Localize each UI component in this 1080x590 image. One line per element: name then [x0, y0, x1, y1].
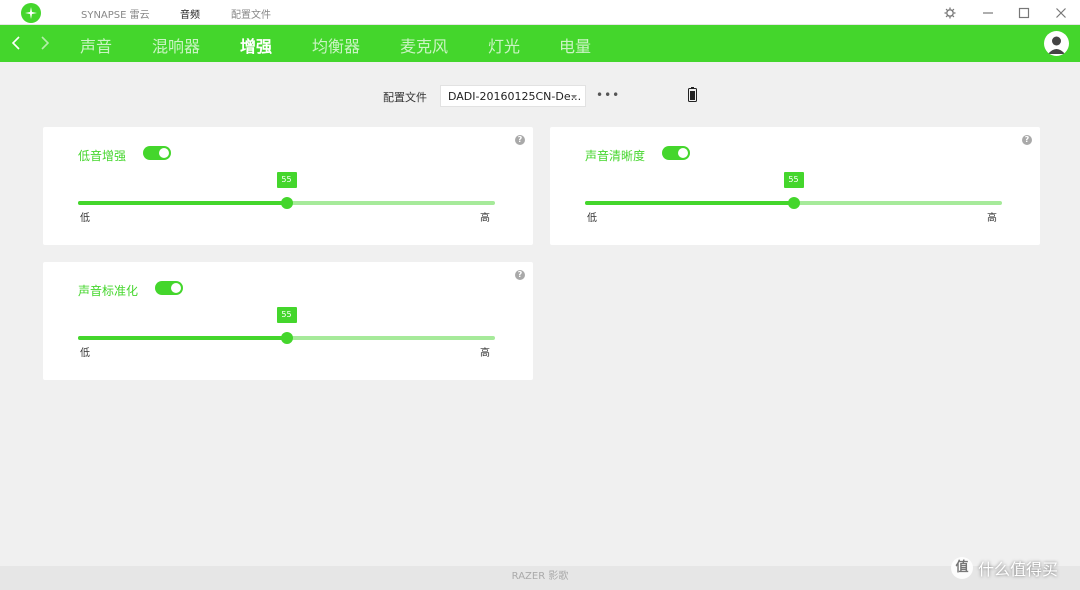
- toggle-knob: [678, 148, 688, 158]
- close-icon[interactable]: [1051, 3, 1071, 23]
- bass-boost-slider[interactable]: 55: [78, 172, 495, 209]
- footer: RAZER 影歌: [0, 566, 1080, 590]
- help-icon[interactable]: ?: [515, 270, 525, 280]
- help-icon[interactable]: ?: [515, 135, 525, 145]
- tab-equalizer[interactable]: 均衡器: [312, 33, 360, 57]
- help-icon[interactable]: ?: [1022, 135, 1032, 145]
- slider-min-label: 低: [587, 213, 597, 224]
- user-avatar-icon[interactable]: [1044, 31, 1069, 56]
- tab-lighting[interactable]: 灯光: [488, 33, 520, 57]
- back-arrow-icon[interactable]: [7, 33, 25, 53]
- card-title: 低音增强: [78, 149, 127, 163]
- sound-clarity-slider[interactable]: 55: [585, 172, 1002, 209]
- sound-normalization-toggle[interactable]: [155, 281, 183, 295]
- tab-enhancement[interactable]: 增强: [240, 33, 272, 57]
- slider-thumb[interactable]: [280, 332, 293, 344]
- more-options-button[interactable]: •••: [596, 88, 620, 102]
- tab-sound[interactable]: 声音: [80, 33, 112, 57]
- maximize-icon[interactable]: [1014, 3, 1034, 23]
- nav-bar: 声音 混响器 增强 均衡器 麦克风 灯光 电量: [0, 25, 1080, 62]
- profile-dropdown-value: DADI-20160125CN-De...: [448, 90, 582, 103]
- slider-max-label: 高: [480, 213, 490, 224]
- slider-thumb[interactable]: [280, 197, 293, 209]
- slider-max-label: 高: [987, 213, 997, 224]
- minimize-icon[interactable]: [978, 3, 998, 23]
- slider-value-badge: 55: [276, 172, 297, 188]
- sound-clarity-toggle[interactable]: [662, 146, 690, 160]
- settings-gear-icon[interactable]: [940, 3, 960, 23]
- app-name: SYNAPSE 雷云: [81, 10, 150, 21]
- sound-normalization-slider[interactable]: 55: [78, 307, 495, 344]
- battery-icon: [688, 87, 697, 102]
- slider-value-badge: 55: [783, 172, 804, 188]
- slider-thumb[interactable]: [787, 197, 800, 209]
- watermark-text: 什么值得买: [978, 560, 1059, 579]
- card-bass-boost: 低音增强 ? 55 低 高: [43, 127, 533, 245]
- razer-logo-icon[interactable]: [21, 3, 41, 23]
- card-title: 声音标准化: [78, 284, 139, 298]
- card-sound-clarity: 声音清晰度 ? 55 低 高: [550, 127, 1040, 245]
- slider-fill: [78, 201, 287, 205]
- slider-value-badge: 55: [276, 307, 297, 323]
- slider-fill: [78, 336, 287, 340]
- card-title: 声音清晰度: [585, 149, 646, 163]
- tab-mixer[interactable]: 混响器: [152, 33, 200, 57]
- tab-microphone[interactable]: 麦克风: [400, 33, 448, 57]
- tab-profiles[interactable]: 配置文件: [231, 6, 271, 21]
- bass-boost-toggle[interactable]: [143, 146, 171, 160]
- slider-min-label: 低: [80, 213, 90, 224]
- profile-label: 配置文件: [383, 91, 427, 104]
- toggle-knob: [159, 148, 169, 158]
- tab-audio[interactable]: 音频: [180, 6, 200, 21]
- footer-brand-text: RAZER 影歌: [511, 571, 569, 582]
- title-bar: SYNAPSE 雷云 音频 配置文件: [0, 0, 1080, 25]
- profile-dropdown[interactable]: DADI-20160125CN-De...: [440, 85, 586, 107]
- toggle-knob: [171, 283, 181, 293]
- slider-min-label: 低: [80, 348, 90, 359]
- chevron-down-icon: [571, 95, 577, 99]
- card-sound-normalization: 声音标准化 ? 55 低 高: [43, 262, 533, 380]
- slider-fill: [585, 201, 794, 205]
- watermark-logo-icon: 值: [951, 557, 973, 579]
- watermark: 值 什么值得买: [951, 556, 1058, 580]
- slider-max-label: 高: [480, 348, 490, 359]
- tab-power[interactable]: 电量: [559, 33, 591, 57]
- forward-arrow-icon[interactable]: [36, 33, 54, 53]
